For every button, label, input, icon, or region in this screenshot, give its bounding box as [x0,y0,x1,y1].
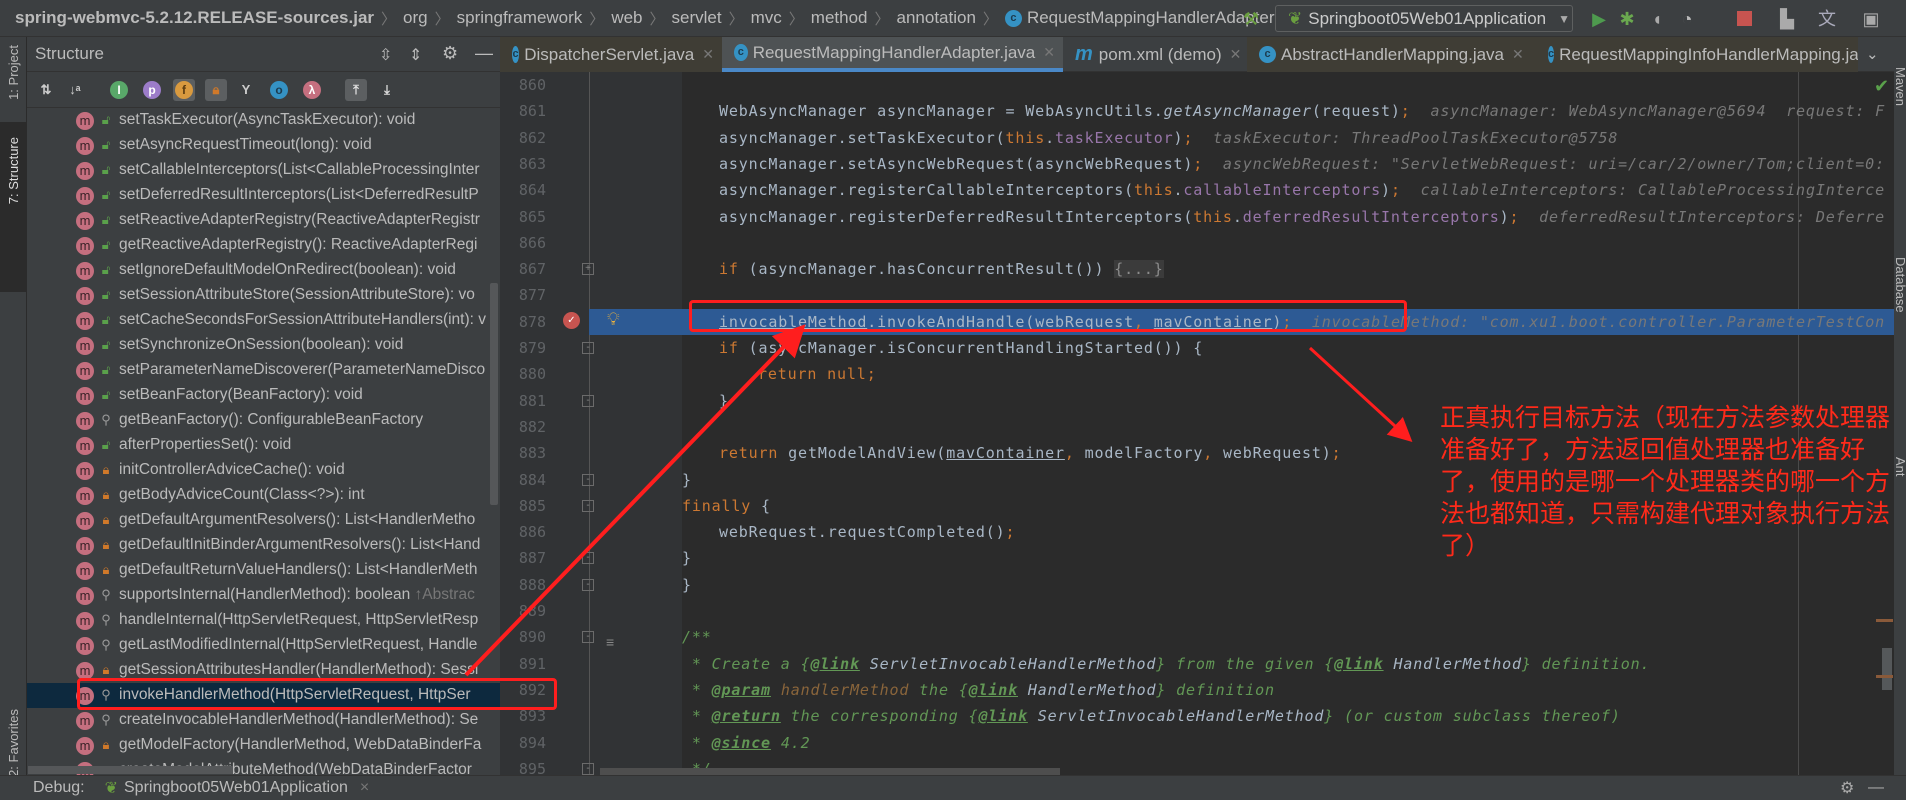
annotation-note: 正真执行目标方法（现在方法参数处理器准备好了，方法返回值处理器也准备好了，使用的… [1440,404,1891,560]
annotation-arrows [464,324,1413,677]
arrow-to-code-line [464,324,806,677]
arrow-to-note [1308,346,1413,443]
